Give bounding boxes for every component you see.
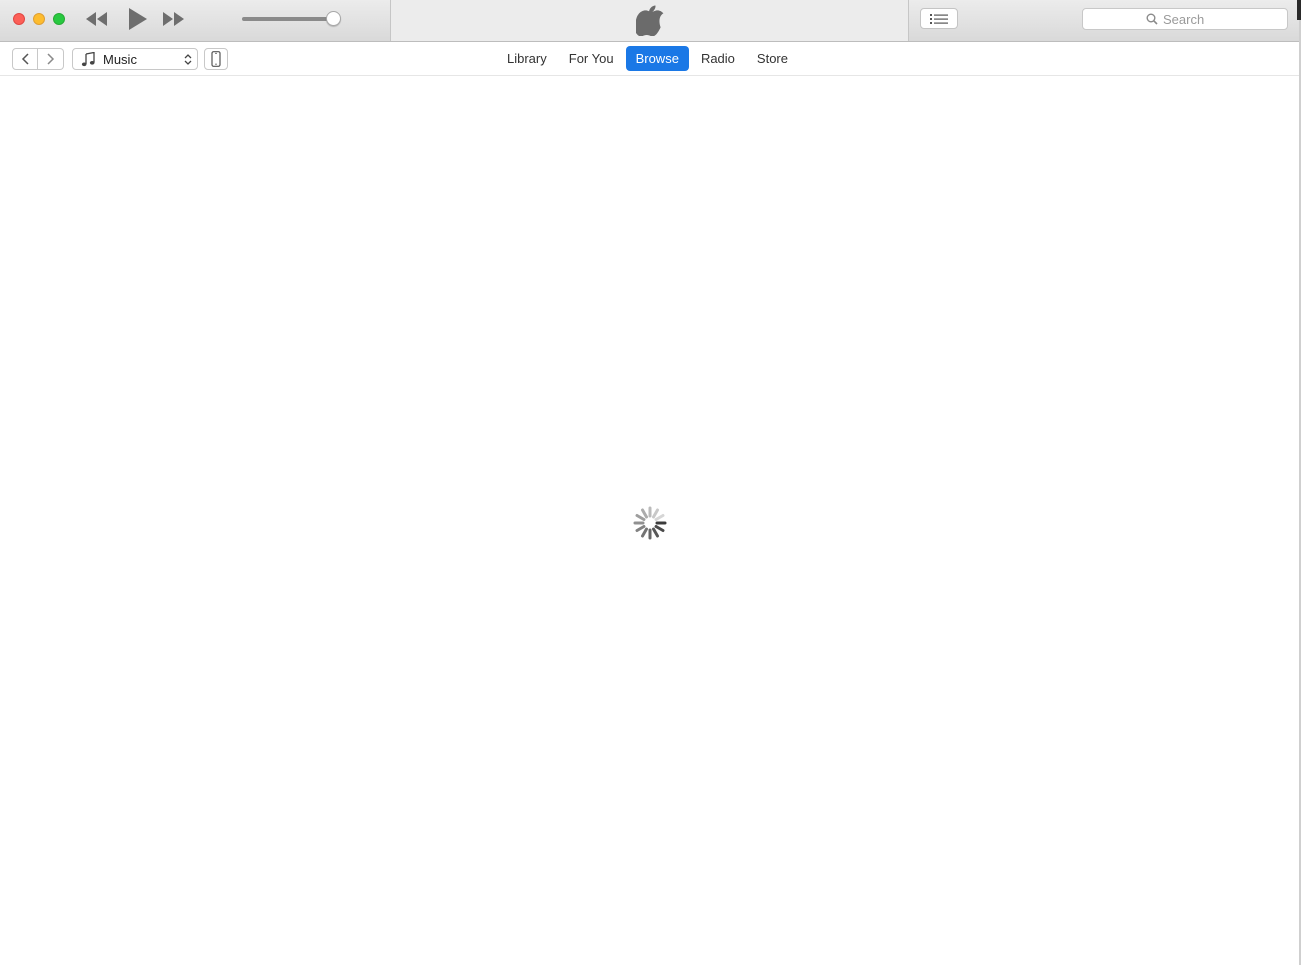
fast-forward-icon — [163, 12, 184, 26]
device-button[interactable] — [204, 48, 228, 70]
spinner-spoke — [654, 514, 665, 521]
play-icon — [129, 8, 147, 30]
window-edge-shadow — [1297, 0, 1301, 20]
navigation-bar: Music Library For You Browse Radio Store — [0, 42, 1299, 76]
spinner-spoke — [635, 514, 646, 521]
tab-store[interactable]: Store — [747, 46, 798, 71]
zoom-window-button[interactable] — [53, 13, 65, 25]
tab-library[interactable]: Library — [497, 46, 557, 71]
up-next-list-icon — [930, 13, 948, 24]
iphone-icon — [211, 51, 221, 67]
section-tabs: Library For You Browse Radio Store — [497, 46, 800, 71]
up-down-chevron-icon — [184, 54, 192, 65]
spinner-spoke — [641, 508, 648, 519]
rewind-icon — [86, 12, 107, 26]
tab-radio[interactable]: Radio — [691, 46, 745, 71]
spinner-spoke — [654, 525, 665, 532]
back-button[interactable] — [12, 48, 38, 70]
chevron-left-icon — [21, 53, 29, 65]
volume-slider[interactable] — [242, 17, 338, 21]
search-input[interactable] — [1163, 9, 1283, 29]
volume-knob[interactable] — [326, 11, 342, 26]
play-button[interactable] — [124, 6, 150, 32]
spinner-spoke — [652, 527, 659, 538]
tab-browse[interactable]: Browse — [625, 46, 689, 71]
itunes-window: Music Library For You Browse Radio Store — [0, 0, 1299, 965]
media-kind-label: Music — [103, 52, 137, 67]
forward-button[interactable] — [38, 48, 64, 70]
media-kind-selector[interactable]: Music — [72, 48, 198, 70]
chevron-right-icon — [46, 53, 54, 65]
music-note-icon — [81, 52, 95, 67]
status-display — [390, 0, 909, 41]
tab-for-you[interactable]: For You — [559, 46, 624, 71]
apple-logo-icon — [636, 5, 664, 36]
browse-content-area — [0, 76, 1299, 965]
loading-spinner-icon — [633, 506, 667, 540]
rewind-button[interactable] — [84, 9, 110, 29]
spinner-spoke — [641, 527, 648, 538]
fast-forward-button[interactable] — [160, 9, 186, 29]
title-bar — [0, 0, 1299, 42]
spinner-spoke — [635, 525, 646, 532]
minimize-window-button[interactable] — [33, 13, 45, 25]
search-icon — [1146, 13, 1158, 25]
spinner-spoke — [652, 508, 659, 519]
up-next-button[interactable] — [920, 8, 958, 29]
search-field[interactable] — [1082, 8, 1288, 30]
close-window-button[interactable] — [13, 13, 25, 25]
